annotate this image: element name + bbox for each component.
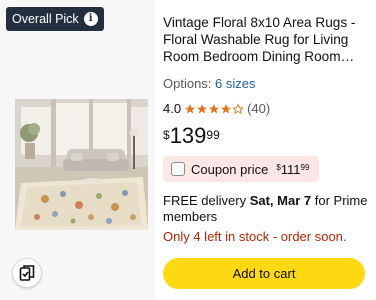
coupon-price-fraction: 99 — [300, 162, 310, 172]
star-icon — [221, 103, 232, 113]
coupon-label: Coupon price — [191, 161, 269, 177]
star-icon — [185, 103, 196, 113]
price-symbol: $ — [163, 128, 170, 142]
stock-warning: Only 4 left in stock - order soon. — [163, 229, 347, 244]
star-empty-icon — [232, 102, 244, 114]
product-price: $ 139 99 — [163, 124, 220, 148]
product-title[interactable]: Vintage Floral 8x10 Area Rugs - Floral W… — [163, 15, 369, 66]
options-link[interactable]: 6 sizes — [215, 76, 255, 91]
product-card: Overall Pick i Vintage Floral 8x10 Area … — [0, 0, 376, 300]
delivery-date: Sat, Mar 7 — [249, 193, 312, 208]
delivery-info: FREE delivery Sat, Mar 7 for Prime membe… — [163, 193, 369, 225]
compare-icon — [19, 265, 35, 281]
compare-button[interactable] — [12, 258, 42, 288]
product-image[interactable] — [15, 99, 148, 230]
badge-label: Overall Pick — [12, 12, 79, 26]
options-label: Options: — [163, 76, 212, 91]
overall-pick-badge[interactable]: Overall Pick i — [6, 7, 104, 31]
rating-row[interactable]: 4.0 (40) — [163, 101, 270, 116]
coupon-price-whole: 111 — [280, 161, 301, 177]
add-to-cart-button[interactable]: Add to cart — [163, 258, 365, 289]
star-icon — [197, 103, 208, 113]
star-rating — [184, 102, 244, 115]
info-icon[interactable]: i — [83, 12, 98, 26]
product-options: Options: 6 sizes — [163, 76, 256, 91]
coupon-price: $ 111 99 — [276, 162, 309, 177]
price-whole: 139 — [169, 123, 207, 148]
coupon-option[interactable]: Coupon price $ 111 99 — [163, 156, 320, 182]
product-image-panel: Overall Pick i — [0, 0, 155, 300]
coupon-checkbox[interactable] — [171, 162, 185, 176]
rating-value: 4.0 — [163, 101, 182, 116]
star-icon — [209, 103, 220, 113]
rating-count: (40) — [247, 101, 271, 116]
delivery-prefix: FREE delivery — [163, 193, 247, 208]
product-title-text: Vintage Floral 8x10 Area Rugs - Floral W… — [163, 15, 356, 64]
price-fraction: 99 — [206, 128, 220, 142]
